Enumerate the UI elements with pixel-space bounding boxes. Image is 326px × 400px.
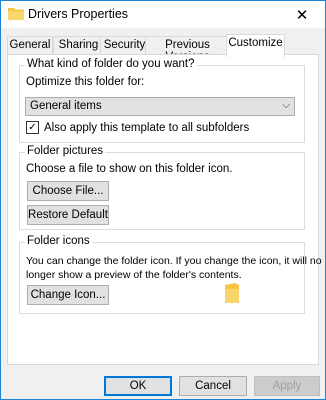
restore-default-button[interactable]: Restore Default (27, 205, 109, 225)
close-icon: ✕ (295, 6, 309, 24)
ok-button[interactable]: OK (104, 376, 172, 396)
optimize-label: Optimize this folder for: (26, 76, 145, 88)
customize-panel: What kind of folder do you want? Optimiz… (7, 54, 322, 365)
folder-pictures-group-label: Folder pictures (25, 145, 106, 157)
apply-subfolders-checkbox[interactable]: ✓ (26, 121, 39, 134)
tab-general[interactable]: General (7, 36, 53, 55)
tab-security[interactable]: Security (100, 36, 149, 55)
close-button[interactable]: ✕ (279, 1, 325, 28)
properties-window: Drivers Properties ✕ General Sharing Sec… (0, 0, 326, 400)
apply-subfolders-row[interactable]: ✓ Also apply this template to all subfol… (26, 121, 249, 134)
window-title: Drivers Properties (28, 7, 129, 21)
folder-icon (8, 7, 24, 23)
tab-customize[interactable]: Customize (226, 34, 285, 57)
folder-type-group: What kind of folder do you want? Optimiz… (19, 58, 305, 143)
choose-file-button[interactable]: Choose File... (27, 181, 109, 201)
cancel-button[interactable]: Cancel (179, 376, 247, 396)
folder-type-group-label: What kind of folder do you want? (25, 58, 197, 70)
folder-icons-group: Folder icons You can change the folder i… (19, 235, 322, 314)
tab-sharing[interactable]: Sharing (53, 36, 104, 55)
folder-icons-group-label: Folder icons (25, 235, 92, 247)
optimize-selected-value: General items (30, 100, 102, 112)
folder-pictures-description: Choose a file to show on this folder ico… (26, 163, 233, 175)
apply-button[interactable]: Apply (254, 376, 320, 396)
folder-preview-icon (225, 283, 239, 306)
apply-subfolders-label: Also apply this template to all subfolde… (44, 121, 250, 134)
tab-strip: General Sharing Security Previous Versio… (7, 34, 319, 63)
change-icon-button[interactable]: Change Icon... (27, 285, 109, 305)
folder-pictures-group: Folder pictures Choose a file to show on… (19, 145, 305, 230)
chevron-down-icon: ⌵ (282, 100, 290, 111)
title-bar: Drivers Properties ✕ (1, 1, 325, 28)
folder-icons-description-line2: longer show a preview of the folder's co… (26, 269, 242, 281)
tab-previous-versions[interactable]: Previous Versions (145, 36, 230, 63)
checkmark-icon: ✓ (28, 121, 37, 133)
optimize-select[interactable]: General items ⌵ (25, 97, 295, 116)
folder-icons-description-line1: You can change the folder icon. If you c… (26, 255, 322, 267)
